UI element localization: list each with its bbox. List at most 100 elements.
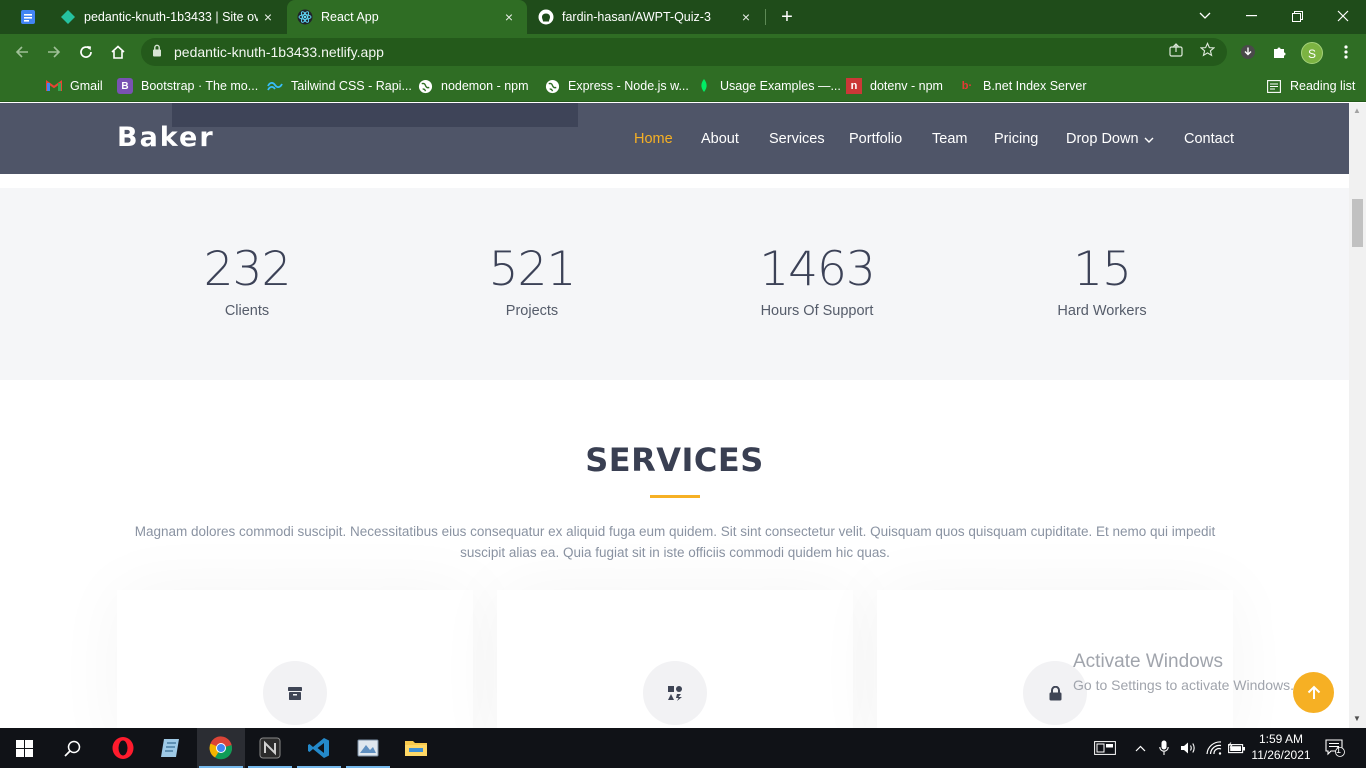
bookmark-label: Bootstrap · The mo... — [141, 79, 259, 93]
nav-about[interactable]: About — [701, 131, 739, 147]
back-to-top-button[interactable] — [1293, 672, 1334, 713]
reading-list-label: Reading list — [1290, 79, 1356, 93]
home-icon[interactable] — [106, 40, 130, 64]
netlify-icon — [60, 9, 76, 25]
counts-section: 232 Clients 521 Projects 1463 Hours Of S… — [0, 188, 1349, 380]
tab-list-chevron-icon[interactable] — [1182, 0, 1228, 32]
minimize-window-button[interactable] — [1228, 0, 1274, 32]
scroll-down-arrow-icon[interactable]: ▼ — [1353, 714, 1361, 723]
reload-icon[interactable] — [74, 40, 98, 64]
nav-portfolio[interactable]: Portfolio — [849, 131, 902, 147]
back-arrow-icon[interactable] — [10, 40, 34, 64]
nav-services[interactable]: Services — [769, 131, 825, 147]
tab-title: pedantic-knuth-1b3433 | Site ove — [84, 10, 258, 24]
bookmark-express[interactable]: Express - Node.js w... — [544, 77, 689, 95]
restore-window-button[interactable] — [1274, 0, 1320, 32]
bookmark-dotenv[interactable]: n dotenv - npm — [846, 77, 943, 95]
tab-search-icon[interactable] — [16, 5, 40, 29]
close-window-button[interactable] — [1320, 0, 1366, 32]
bookmark-bnet[interactable]: b· B.net Index Server — [959, 77, 1087, 95]
watermark-title: Activate Windows — [1073, 651, 1223, 672]
reading-list-icon — [1266, 78, 1282, 94]
battery-icon[interactable] — [1227, 728, 1247, 768]
profile-avatar[interactable]: S — [1301, 42, 1323, 64]
url-text[interactable]: pedantic-knuth-1b3433.netlify.app — [174, 44, 384, 60]
tab-separator — [765, 9, 766, 25]
forward-arrow-icon[interactable] — [42, 40, 66, 64]
notification-center-icon[interactable]: 1 — [1320, 728, 1350, 768]
opera-icon[interactable] — [99, 728, 147, 768]
browser-toolbar: pedantic-knuth-1b3433.netlify.app S — [0, 34, 1366, 70]
tray-taskview-icon[interactable] — [1091, 728, 1119, 768]
bookmark-nodemon[interactable]: nodemon - npm — [417, 77, 529, 95]
scrollbar-thumb[interactable] — [1352, 199, 1363, 247]
arrow-up-icon — [1307, 685, 1320, 699]
windows-start-icon[interactable] — [0, 728, 48, 768]
bookmark-gmail[interactable]: Gmail — [46, 77, 103, 95]
chevron-down-icon[interactable] — [1144, 132, 1154, 148]
taskbar-clock[interactable]: 1:59 AM 11/26/2021 — [1248, 731, 1314, 763]
hero-image-edge — [172, 103, 578, 127]
nav-pricing[interactable]: Pricing — [994, 131, 1038, 147]
page-scrollbar[interactable]: ▲ ▼ — [1349, 103, 1366, 728]
notepad-icon[interactable] — [147, 728, 195, 768]
paint-icon[interactable] — [344, 728, 392, 768]
notification-count: 1 — [1336, 745, 1342, 755]
bookmark-star-icon[interactable] — [1197, 42, 1217, 62]
bookmark-label: Tailwind CSS - Rapi... — [291, 79, 412, 93]
gmail-icon — [46, 78, 62, 94]
mongodb-icon — [696, 78, 712, 94]
count-value: 521 — [488, 242, 577, 297]
activate-windows-watermark: Activate Windows Go to Settings to activ… — [1073, 651, 1294, 693]
lock-icon[interactable] — [152, 44, 162, 62]
search-icon[interactable] — [48, 728, 96, 768]
wifi-icon[interactable] — [1203, 728, 1225, 768]
tab-close-button[interactable]: × — [736, 9, 756, 25]
count-hours-support: 1463 Hours Of Support — [707, 242, 927, 319]
browser-tab-strip: pedantic-knuth-1b3433 | Site ove × React… — [0, 0, 1366, 34]
nav-contact[interactable]: Contact — [1184, 131, 1234, 147]
globe-icon — [417, 78, 433, 94]
new-tab-button[interactable]: + — [776, 6, 798, 28]
count-value: 232 — [203, 242, 292, 297]
count-label: Clients — [224, 303, 270, 319]
download-extension-icon[interactable] — [1236, 40, 1260, 64]
nav-dropdown[interactable]: Drop Down — [1066, 131, 1139, 147]
react-icon — [297, 9, 313, 25]
vscode-icon[interactable] — [295, 728, 343, 768]
count-label: Projects — [505, 303, 559, 319]
services-description: Magnam dolores commodi suscipit. Necessi… — [134, 524, 1216, 560]
tab-close-button[interactable]: × — [258, 9, 278, 25]
chrome-menu-icon[interactable] — [1334, 40, 1358, 64]
bookmark-mongodb[interactable]: Usage Examples —... — [696, 77, 841, 95]
count-projects: 521 Projects — [422, 242, 642, 319]
microphone-icon[interactable] — [1155, 728, 1173, 768]
nav-team[interactable]: Team — [932, 131, 967, 147]
globe-icon — [544, 78, 560, 94]
count-label: Hard Workers — [1057, 303, 1147, 319]
count-value: 1463 — [759, 242, 876, 297]
bnet-icon: b· — [961, 80, 973, 92]
address-bar[interactable]: pedantic-knuth-1b3433.netlify.app — [141, 38, 1227, 66]
share-icon[interactable] — [1166, 42, 1186, 62]
tab-close-button[interactable]: × — [499, 9, 519, 25]
tab-netlify[interactable]: pedantic-knuth-1b3433 | Site ove × — [50, 0, 286, 34]
tab-react-app[interactable]: React App × — [287, 0, 527, 34]
tab-github[interactable]: fardin-hasan/AWPT-Quiz-3 × — [528, 0, 764, 34]
scroll-up-arrow-icon[interactable]: ▲ — [1353, 106, 1361, 115]
count-value: 15 — [1073, 242, 1132, 297]
extensions-puzzle-icon[interactable] — [1268, 40, 1292, 64]
reading-list-button[interactable]: Reading list — [1266, 77, 1355, 95]
count-label: Hours Of Support — [760, 303, 874, 319]
file-explorer-icon[interactable] — [392, 728, 440, 768]
notion-icon[interactable] — [246, 728, 294, 768]
github-icon — [538, 9, 554, 25]
chrome-icon[interactable] — [197, 728, 245, 768]
bootstrap-icon: B — [117, 78, 133, 94]
brand-logo[interactable]: Baker — [117, 122, 215, 153]
tray-chevron-up-icon[interactable] — [1131, 728, 1149, 768]
volume-icon[interactable] — [1178, 728, 1198, 768]
nav-home[interactable]: Home — [634, 131, 673, 147]
bookmark-tailwind[interactable]: Tailwind CSS - Rapi... — [267, 77, 412, 95]
bookmark-bootstrap[interactable]: B Bootstrap · The mo... — [117, 77, 258, 95]
